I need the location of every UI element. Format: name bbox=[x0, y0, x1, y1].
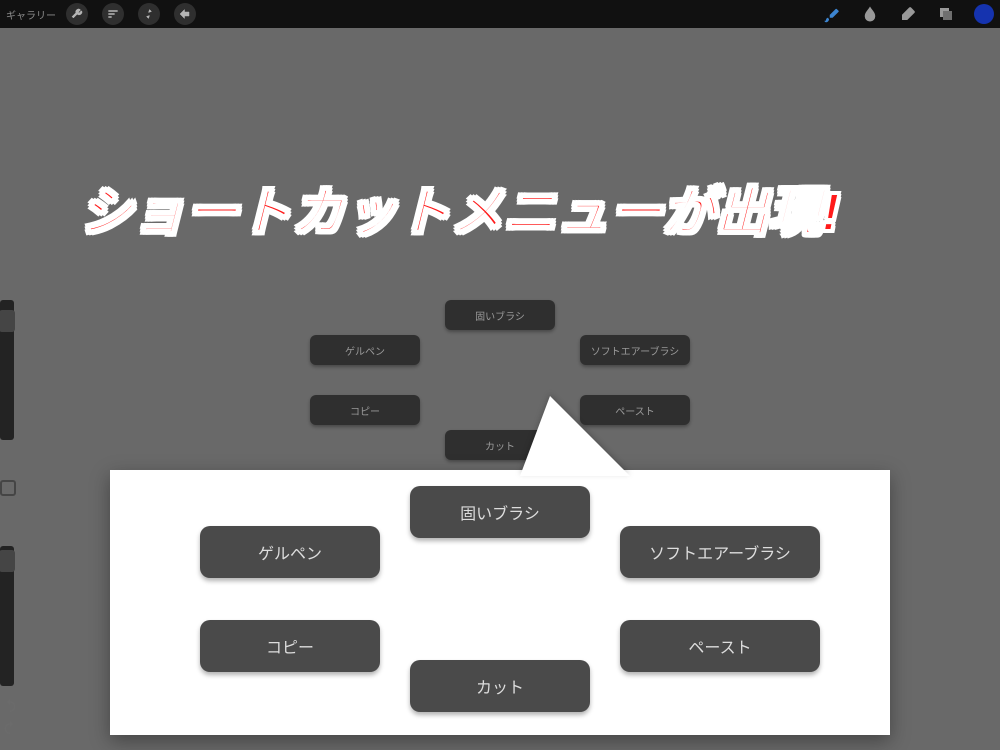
transform-icon[interactable] bbox=[174, 3, 196, 25]
smudge-icon[interactable] bbox=[860, 4, 880, 24]
shortcut-menu-small: 固いブラシ ゲルペン ソフトエアーブラシ コピー ペースト カット bbox=[300, 300, 700, 470]
zoom-callout: 固いブラシ ゲルペン ソフトエアーブラシ コピー ペースト カット bbox=[110, 470, 890, 735]
slider-thumb[interactable] bbox=[0, 550, 15, 572]
shortcut-btn-left-upper[interactable]: ゲルペン bbox=[200, 526, 380, 578]
active-color-swatch[interactable] bbox=[974, 4, 994, 24]
top-toolbar: ギャラリー bbox=[0, 0, 1000, 28]
left-slider-panel bbox=[0, 300, 18, 642]
selection-icon[interactable] bbox=[138, 3, 160, 25]
shortcut-btn-bottom[interactable]: カット bbox=[410, 660, 590, 712]
brush-opacity-slider[interactable] bbox=[0, 546, 14, 686]
redo-icon[interactable] bbox=[2, 720, 20, 738]
undo-redo-group bbox=[2, 694, 20, 742]
eraser-icon[interactable] bbox=[898, 4, 918, 24]
brush-icon[interactable] bbox=[822, 4, 842, 24]
shortcut-btn-left-lower[interactable]: コピー bbox=[310, 395, 420, 425]
wrench-icon[interactable] bbox=[66, 3, 88, 25]
shortcut-btn-right-upper[interactable]: ソフトエアーブラシ bbox=[580, 335, 690, 365]
layers-icon[interactable] bbox=[936, 4, 956, 24]
shortcut-btn-top[interactable]: 固いブラシ bbox=[445, 300, 555, 330]
shortcut-btn-left-upper[interactable]: ゲルペン bbox=[310, 335, 420, 365]
annotation-headline: ショートカットメニューが出現! bbox=[80, 170, 840, 245]
shortcut-btn-right-upper[interactable]: ソフトエアーブラシ bbox=[620, 526, 820, 578]
shortcut-btn-left-lower[interactable]: コピー bbox=[200, 620, 380, 672]
shortcut-btn-top[interactable]: 固いブラシ bbox=[410, 486, 590, 538]
brush-size-slider[interactable] bbox=[0, 300, 14, 440]
callout-pointer-icon bbox=[520, 396, 630, 476]
modify-button[interactable] bbox=[0, 480, 16, 496]
slider-thumb[interactable] bbox=[0, 310, 15, 332]
shortcut-btn-right-lower[interactable]: ペースト bbox=[620, 620, 820, 672]
gallery-link[interactable]: ギャラリー bbox=[6, 7, 56, 22]
shortcut-menu-zoom: 固いブラシ ゲルペン ソフトエアーブラシ コピー ペースト カット bbox=[110, 470, 890, 735]
toolbar-left-group bbox=[66, 3, 196, 25]
adjustments-icon[interactable] bbox=[102, 3, 124, 25]
undo-icon[interactable] bbox=[2, 698, 20, 716]
toolbar-right-group bbox=[822, 4, 994, 24]
